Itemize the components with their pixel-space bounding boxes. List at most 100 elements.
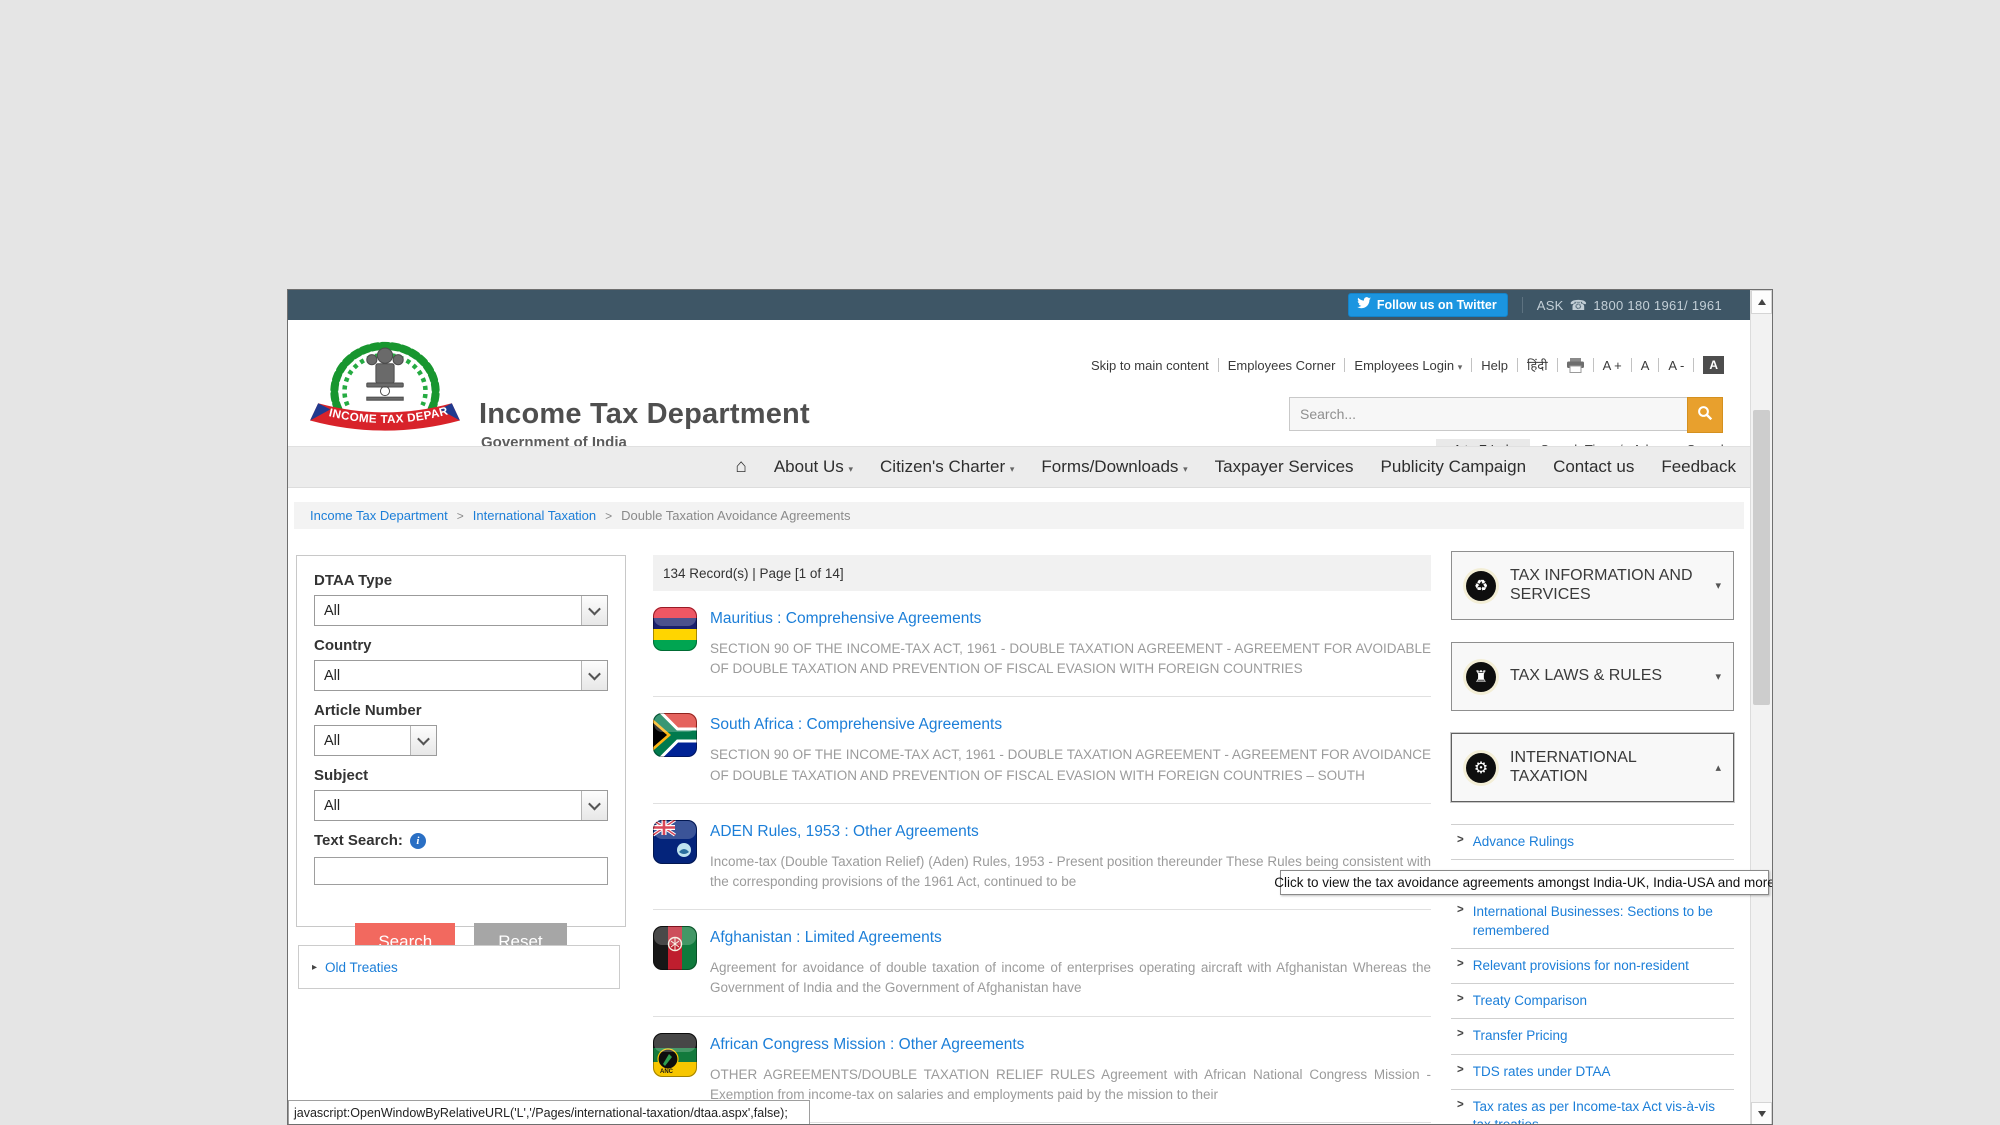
old-treaties-box: ▸ Old Treaties <box>298 945 620 989</box>
old-treaties-link[interactable]: Old Treaties <box>325 960 398 975</box>
sidebar-link-row-5[interactable]: >Transfer Pricing <box>1451 1019 1734 1054</box>
high-contrast-button[interactable]: A <box>1703 356 1724 374</box>
sidebar-link-row-2[interactable]: > International Businesses: Sections to b… <box>1451 895 1734 948</box>
nav-item-6[interactable]: Feedback <box>1661 457 1736 477</box>
result-description: SECTION 90 OF THE INCOME-TAX ACT, 1961 -… <box>710 745 1431 786</box>
sidebar-section-2[interactable]: ⚙INTERNATIONAL TAXATION▴ <box>1451 733 1734 802</box>
sidebar-link[interactable]: Tax rates as per Income-tax Act vis-à-vi… <box>1473 1098 1732 1125</box>
follow-twitter-button[interactable]: Follow us on Twitter <box>1348 293 1508 317</box>
sidebar-section-label: INTERNATIONAL TAXATION <box>1510 749 1701 786</box>
nav-item-2[interactable]: Forms/Downloads ▾ <box>1041 457 1187 477</box>
header-link-1[interactable]: Employees Corner <box>1228 358 1336 373</box>
page-title: Income Tax Department <box>479 398 810 431</box>
dtaa-tooltip: Click to view the tax avoidance agreemen… <box>1280 870 1769 895</box>
sidebar-link-row-4[interactable]: >Treaty Comparison <box>1451 984 1734 1019</box>
header-links: Skip to main content Employees Corner Empl… <box>1091 356 1724 374</box>
text-search-label: Text Search: <box>314 832 403 849</box>
home-icon[interactable]: ⌂ <box>735 456 746 478</box>
top-utility-bar: Follow us on Twitter ASK ☎ 1800 180 1961… <box>288 290 1750 320</box>
font-size-button-1[interactable]: A <box>1641 358 1650 373</box>
scrollbar-thumb[interactable] <box>1753 410 1770 705</box>
nav-menu: ⌂ About Us ▾ Citizen's Charter ▾ Forms/Down… <box>288 446 1750 488</box>
scroll-up-button[interactable] <box>1751 290 1772 314</box>
print-icon[interactable] <box>1567 358 1584 373</box>
separator <box>1522 297 1523 313</box>
font-size-button-0[interactable]: A + <box>1603 358 1622 373</box>
aden-flag-icon <box>653 820 697 864</box>
breadcrumb-separator: > <box>457 509 464 523</box>
dtaa-type-select[interactable]: All <box>314 595 608 626</box>
ask-helpline: ASK ☎ 1800 180 1961/ 1961 <box>1537 297 1722 314</box>
sidebar-link-row-0[interactable]: >Advance Rulings <box>1451 825 1734 860</box>
country-label: Country <box>314 637 608 654</box>
text-search-input[interactable] <box>314 857 608 885</box>
sidebar-section-0[interactable]: ♻TAX INFORMATION AND SERVICES▾ <box>1451 551 1734 620</box>
sidebar-section-label: TAX LAWS & RULES <box>1510 667 1701 685</box>
separator <box>1517 358 1518 372</box>
anc-flag-icon: ANC <box>653 1033 697 1077</box>
chevron-down-icon: ▾ <box>1183 464 1188 474</box>
chevron-right-icon: > <box>1457 904 1464 916</box>
nav-item-1[interactable]: Citizen's Charter ▾ <box>880 457 1014 477</box>
selected-value: All <box>324 668 340 684</box>
chevron-down-icon: ▾ <box>849 464 854 474</box>
font-size-button-2[interactable]: A - <box>1668 358 1684 373</box>
chevron-down-icon <box>581 791 607 820</box>
result-title-link[interactable]: Afghanistan : Limited Agreements <box>710 928 1431 949</box>
sidebar-link[interactable]: International Businesses: Sections to be… <box>1473 903 1732 939</box>
header-link-3[interactable]: Help <box>1481 358 1508 373</box>
window-scrollbar[interactable] <box>1750 290 1772 1125</box>
site-header: INCOME TAX DEPARTMENT Income Tax Departm… <box>288 320 1750 446</box>
result-title-link[interactable]: South Africa : Comprehensive Agreements <box>710 715 1431 736</box>
result-description: OTHER AGREEMENTS/DOUBLE TAXATION RELIEF … <box>710 1065 1431 1106</box>
article-number-select[interactable]: All <box>314 725 437 756</box>
browser-status-bar: javascript:OpenWindowByRelativeURL('L','… <box>288 1100 810 1125</box>
results-column: 134 Record(s) | Page [1 of 14] Mauritius… <box>653 555 1431 1125</box>
up-arrow-icon <box>1758 299 1766 305</box>
sidebar-link-row-3[interactable]: > Relevant provisions for non-resident <box>1451 949 1734 984</box>
result-title-link[interactable]: ADEN Rules, 1953 : Other Agreements <box>710 822 1431 843</box>
header-link-0[interactable]: Skip to main content <box>1091 358 1209 373</box>
selected-value: All <box>324 798 340 814</box>
breadcrumb-link-1[interactable]: International Taxation <box>473 508 596 523</box>
sidebar-link[interactable]: TDS rates under DTAA <box>1473 1063 1611 1081</box>
income-tax-dept-logo: INCOME TAX DEPARTMENT <box>304 322 466 451</box>
sidebar-link[interactable]: Treaty Comparison <box>1473 992 1587 1010</box>
result-title-link[interactable]: African Congress Mission : Other Agreeme… <box>710 1035 1431 1056</box>
result-title-link[interactable]: Mauritius : Comprehensive Agreements <box>710 609 1431 630</box>
scroll-down-button[interactable] <box>1751 1102 1772 1125</box>
subject-select[interactable]: All <box>314 790 608 821</box>
breadcrumb-link-0[interactable]: Income Tax Department <box>310 508 448 523</box>
chevron-down-icon <box>581 596 607 625</box>
header-link-4[interactable]: हिंदी <box>1527 356 1548 374</box>
sidebar-link[interactable]: Advance Rulings <box>1473 833 1574 851</box>
search-input[interactable] <box>1289 397 1687 431</box>
nav-item-5[interactable]: Contact us <box>1553 457 1634 477</box>
chevron-right-icon: > <box>1457 958 1464 970</box>
sidebar-link[interactable]: Relevant provisions for non-resident <box>1473 957 1689 975</box>
country-select[interactable]: All <box>314 660 608 691</box>
breadcrumb-current: Double Taxation Avoidance Agreements <box>621 508 850 523</box>
result-item: Mauritius : Comprehensive AgreementsSECT… <box>653 591 1431 697</box>
chevron-down-icon: ▾ <box>1458 362 1463 372</box>
nav-item-3[interactable]: Taxpayer Services <box>1215 457 1354 477</box>
nav-item-0[interactable]: About Us ▾ <box>774 457 853 477</box>
desktop: { "topbar": { "twitter_label": "Follow u… <box>0 0 2000 1125</box>
info-icon[interactable]: i <box>410 833 426 849</box>
sidebar-link-row-6[interactable]: >TDS rates under DTAA <box>1451 1055 1734 1090</box>
nav-item-4[interactable]: Publicity Campaign <box>1381 457 1527 477</box>
chevron-down-icon: ▾ <box>1715 579 1721 592</box>
sidebar-section-1[interactable]: ♜TAX LAWS & RULES▾ <box>1451 642 1734 711</box>
separator <box>1218 358 1219 372</box>
south-africa-flag-icon <box>653 713 697 757</box>
chevron-down-icon <box>581 661 607 690</box>
chevron-down-icon: ▾ <box>1010 464 1015 474</box>
sidebar-link-row-7[interactable]: >Tax rates as per Income-tax Act vis-à-v… <box>1451 1090 1734 1125</box>
search-button[interactable] <box>1687 397 1723 433</box>
selected-value: All <box>324 603 340 619</box>
separator <box>1658 358 1659 372</box>
sidebar-link[interactable]: Transfer Pricing <box>1473 1027 1568 1045</box>
header-link-2[interactable]: Employees Login ▾ <box>1354 358 1462 373</box>
subject-label: Subject <box>314 767 608 784</box>
separator <box>1471 358 1472 372</box>
